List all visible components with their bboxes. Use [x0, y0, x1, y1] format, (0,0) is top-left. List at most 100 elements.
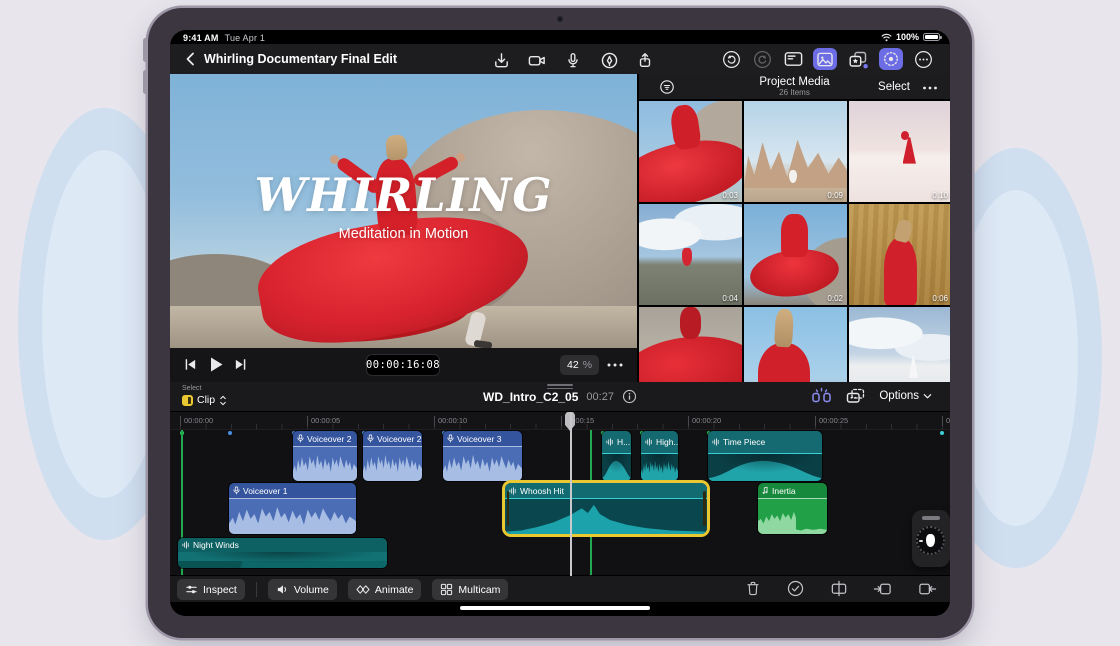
clip-connect-button[interactable] — [811, 387, 832, 405]
media-thumbnail[interactable] — [849, 307, 950, 382]
inspect-button[interactable]: Inspect — [177, 579, 245, 600]
video-viewer[interactable]: WHIRLING Meditation in Motion — [170, 74, 637, 348]
window-icon — [783, 49, 804, 69]
timeline-clip[interactable]: Voiceover 2 — [293, 431, 357, 481]
insert-left-button[interactable] — [873, 579, 893, 598]
waveform-icon — [645, 438, 653, 446]
ruler-tick-label: 00:00:25 — [815, 416, 848, 426]
timeline-clip[interactable]: Voiceover 1 — [229, 483, 356, 534]
clip-label: Time Piece — [723, 437, 765, 447]
draw-button[interactable] — [598, 49, 620, 71]
clip-label: H... — [617, 437, 630, 447]
browser-panel-button[interactable] — [782, 48, 804, 70]
clip-label: Voiceover 2 — [377, 434, 421, 444]
playhead[interactable] — [570, 412, 572, 576]
audio-waveform — [641, 454, 678, 481]
approve-check-button[interactable] — [786, 579, 805, 598]
timeline-clip[interactable]: Voiceover 2 — [363, 431, 422, 481]
redo-icon — [752, 49, 773, 70]
timeline-clip[interactable]: High... — [641, 431, 678, 481]
timeline-clip-selected[interactable]: Whoosh Hit — [505, 483, 707, 534]
animate-button[interactable]: Animate — [348, 579, 422, 600]
subtitle-overlay: Meditation in Motion — [170, 226, 637, 242]
jog-dial-icon — [882, 50, 900, 68]
timeline-clip[interactable]: Voiceover 3 — [443, 431, 522, 481]
timeline-ruler[interactable]: 00:00:00 00:00:05 00:00:10 00:00:15 00:0… — [170, 412, 950, 430]
split-clip-button[interactable] — [829, 579, 849, 598]
redo-button[interactable] — [751, 48, 773, 70]
button-label: Animate — [375, 584, 414, 596]
ruler-tick-label: 00:00:10 — [434, 416, 467, 426]
select-button[interactable]: Select — [878, 81, 910, 93]
undo-icon — [721, 49, 742, 70]
media-thumbnail[interactable]: 0:04 — [639, 204, 742, 305]
keyframes-icon — [356, 583, 370, 596]
media-thumbnail[interactable] — [744, 307, 847, 382]
ruler-tick-label: 00:00:20 — [688, 416, 721, 426]
info-button[interactable] — [622, 389, 637, 404]
media-thumbnail[interactable]: 0:10 — [849, 101, 950, 202]
record-video-button[interactable] — [526, 49, 548, 71]
trim-handle-right[interactable] — [703, 491, 706, 526]
mic-icon — [233, 486, 240, 495]
undo-button[interactable] — [720, 48, 742, 70]
media-thumbnail[interactable]: 0:06 — [849, 204, 950, 305]
waveform-icon — [712, 438, 720, 446]
skip-forward-button[interactable] — [234, 358, 247, 371]
play-button[interactable] — [208, 356, 224, 373]
multicam-button[interactable]: Multicam — [432, 579, 508, 600]
volume-button[interactable]: Volume — [268, 579, 337, 600]
record-voiceover-button[interactable] — [562, 49, 584, 71]
draw-icon — [600, 51, 619, 70]
delete-button[interactable] — [744, 579, 762, 598]
media-more-button[interactable] — [922, 83, 938, 93]
jog-handle[interactable] — [922, 516, 940, 520]
clip-duration: 0:02 — [827, 294, 843, 303]
clip-duration: 0:09 — [827, 191, 843, 200]
stacked-clips-button[interactable] — [846, 48, 870, 70]
home-indicator[interactable] — [460, 606, 650, 610]
timeline-clip[interactable]: Inertia — [758, 483, 827, 534]
timecode-display[interactable]: 00:00:16:08 — [366, 354, 440, 376]
import-media-button[interactable] — [490, 49, 512, 71]
options-button[interactable]: Options — [879, 390, 932, 402]
audio-waveform — [602, 454, 631, 481]
trim-handle-left[interactable] — [507, 491, 510, 526]
jog-dial[interactable] — [916, 526, 945, 555]
clip-label: Inertia — [772, 486, 796, 496]
timeline-clip[interactable]: H... — [602, 431, 631, 481]
insert-right-button[interactable] — [917, 579, 937, 598]
media-thumbnail[interactable]: 0:03 — [639, 101, 742, 202]
marker-dot — [940, 431, 944, 435]
skip-back-button[interactable] — [184, 358, 197, 371]
final-cut-pro-screen: 9:41 AMTue Apr 1 100% Whirling Documenta… — [170, 30, 950, 616]
transport-bar: 00:00:16:08 42% — [170, 348, 637, 382]
project-title: Whirling Documentary Final Edit — [204, 52, 397, 66]
jog-wheel-button[interactable] — [879, 48, 903, 70]
media-thumbnail[interactable]: 0:09 — [744, 101, 847, 202]
button-label: Multicam — [458, 584, 500, 596]
options-label: Options — [879, 390, 919, 402]
clip-duration: 0:06 — [932, 294, 948, 303]
title-overlay: WHIRLING — [170, 168, 637, 222]
microphone-icon — [564, 51, 582, 70]
viewer-more-button[interactable] — [606, 358, 624, 372]
share-button[interactable] — [634, 49, 656, 71]
overlay-clip-button[interactable] — [845, 387, 866, 405]
audio-waveform — [229, 499, 356, 534]
jog-wheel[interactable] — [912, 510, 950, 567]
clip-label: Whoosh Hit — [520, 486, 564, 496]
zoom-level-badge[interactable]: 42% — [560, 355, 599, 375]
button-label: Volume — [294, 584, 329, 596]
timeline-clip[interactable]: Night Winds — [178, 538, 387, 568]
waveform-icon — [606, 438, 614, 446]
media-thumbnail[interactable]: 0:02 — [744, 204, 847, 305]
speaker-icon — [276, 583, 289, 596]
more-button[interactable] — [912, 48, 934, 70]
timeline-clip[interactable]: Time Piece — [708, 431, 822, 481]
media-browser-button[interactable] — [813, 48, 837, 70]
media-thumbnail[interactable] — [639, 307, 742, 382]
back-button[interactable] — [182, 50, 200, 68]
clip-duration: 0:10 — [932, 191, 948, 200]
photo-icon — [816, 51, 834, 68]
